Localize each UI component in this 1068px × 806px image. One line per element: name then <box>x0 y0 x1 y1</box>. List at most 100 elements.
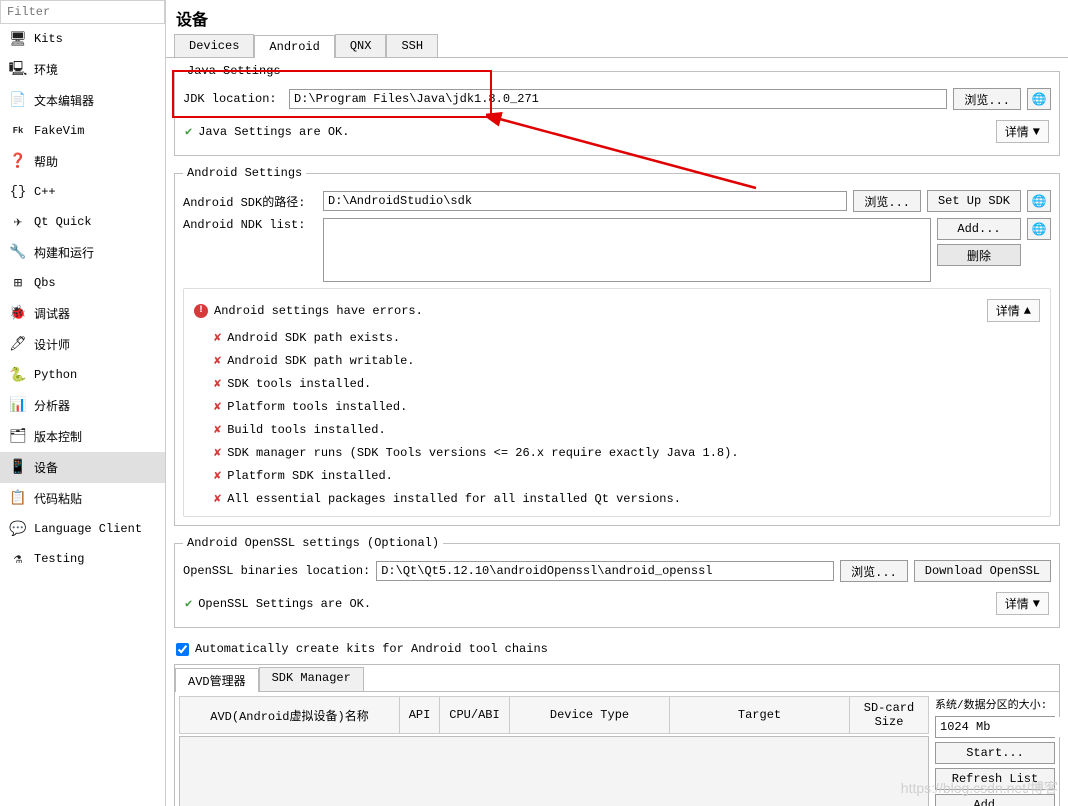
col-target[interactable]: Target <box>670 697 850 734</box>
sidebar-item-python[interactable]: 🐍 Python <box>0 360 165 390</box>
sidebar-item-text-editor[interactable]: 📄 文本编辑器 <box>0 85 165 116</box>
android-error-title: Android settings have errors. <box>214 304 423 318</box>
content-area: Java Settings JDK location: 浏览... 🌐 ✔ Ja… <box>166 64 1068 806</box>
java-ok-text: Java Settings are OK. <box>198 125 349 139</box>
devices-icon: 📱 <box>10 460 26 476</box>
document-icon: 📄 <box>10 93 26 109</box>
tab-avd-manager[interactable]: AVD管理器 <box>175 668 259 692</box>
sidebar-item-label: 文本编辑器 <box>34 92 94 109</box>
sidebar-item-qtquick[interactable]: ✈Qt Quick <box>0 207 165 237</box>
sidebar-item-label: FakeVim <box>34 124 84 138</box>
bug-icon: 🐞 <box>10 306 26 322</box>
sidebar-item-label: C++ <box>34 185 56 199</box>
sidebar-item-label: 分析器 <box>34 397 70 414</box>
flask-icon: ⚗ <box>10 551 26 567</box>
sidebar-item-label: Kits <box>34 32 63 46</box>
java-details-button[interactable]: 详情 ▼ <box>996 120 1049 143</box>
sidebar-item-codepaste[interactable]: 📋代码粘贴 <box>0 483 165 514</box>
globe-icon[interactable]: 🌐 <box>1027 88 1051 110</box>
sidebar-item-environment[interactable]: 🖳 环境 <box>0 54 165 85</box>
java-legend: Java Settings <box>183 64 285 78</box>
ndk-remove-button[interactable]: 删除 <box>937 244 1021 266</box>
wrench-icon: 🔧 <box>10 245 26 261</box>
android-settings: Android Settings Android SDK的路径: 浏览... S… <box>174 166 1060 526</box>
sidebar-item-label: Language Client <box>34 522 142 536</box>
openssl-settings: Android OpenSSL settings (Optional) Open… <box>174 536 1060 628</box>
tab-sdk-manager[interactable]: SDK Manager <box>259 667 364 691</box>
add-avd-button[interactable]: Add... <box>935 794 1055 806</box>
jdk-browse-button[interactable]: 浏览... <box>953 88 1021 110</box>
err-item: Android SDK path writable. <box>227 354 414 368</box>
sidebar-item-langclient[interactable]: 💬 Language Client <box>0 514 165 544</box>
monitor-icon: 🖳 <box>10 62 26 78</box>
sidebar-item-label: 代码粘贴 <box>34 490 82 507</box>
err-item: Build tools installed. <box>227 423 385 437</box>
sidebar-item-fakevim[interactable]: FkFakeVim <box>0 116 165 146</box>
jdk-input[interactable] <box>289 89 947 109</box>
col-cpu[interactable]: CPU/ABI <box>440 697 510 734</box>
sidebar-item-cpp[interactable]: {} C++ <box>0 177 165 207</box>
start-button[interactable]: Start... <box>935 742 1055 764</box>
sidebar-item-buildrun[interactable]: 🔧 构建和运行 <box>0 237 165 268</box>
globe-icon[interactable]: 🌐 <box>1027 218 1051 240</box>
err-item: SDK tools installed. <box>227 377 371 391</box>
nav-list: 🖥Kits 🖳 环境 📄 文本编辑器 FkFakeVim ❓帮助 {} C++ ✈Qt… <box>0 24 165 574</box>
ndk-add-button[interactable]: Add... <box>937 218 1021 240</box>
sidebar-item-testing[interactable]: ⚗Testing <box>0 544 165 574</box>
tab-ssh[interactable]: SSH <box>386 34 438 57</box>
auto-kits-checkbox[interactable] <box>176 643 189 656</box>
globe-icon[interactable]: 🌐 <box>1027 190 1051 212</box>
sidebar-item-devices[interactable]: 📱设备 <box>0 452 165 483</box>
col-api[interactable]: API <box>400 697 440 734</box>
col-avd-name[interactable]: AVD(Android虚拟设备)名称 <box>180 697 400 734</box>
braces-icon: {} <box>10 184 26 200</box>
openssl-input[interactable] <box>376 561 834 581</box>
setup-sdk-button[interactable]: Set Up SDK <box>927 190 1021 212</box>
sidebar-item-help[interactable]: ❓帮助 <box>0 146 165 177</box>
main-panel: 设备 Devices Android QNX SSH Java Settings… <box>166 0 1068 806</box>
sidebar-item-designer[interactable]: 🖊设计师 <box>0 329 165 360</box>
avd-table-body[interactable] <box>179 736 929 806</box>
check-icon: ✔ <box>185 596 192 611</box>
sidebar-item-label: Python <box>34 368 77 382</box>
ndk-listbox[interactable] <box>323 218 931 282</box>
openssl-details-button[interactable]: 详情 ▼ <box>996 592 1049 615</box>
sidebar-item-debugger[interactable]: 🐞调试器 <box>0 298 165 329</box>
android-details-button[interactable]: 详情 ▲ <box>987 299 1040 322</box>
chevron-down-icon: ▼ <box>1033 597 1040 611</box>
jdk-label: JDK location: <box>183 92 283 106</box>
x-icon: ✘ <box>214 491 221 506</box>
sidebar-item-kits[interactable]: 🖥Kits <box>0 24 165 54</box>
sidebar-item-vcs[interactable]: 🗂版本控制 <box>0 421 165 452</box>
chat-icon: 💬 <box>10 521 26 537</box>
partition-size-input[interactable] <box>936 717 1068 737</box>
openssl-label: OpenSSL binaries location: <box>183 564 370 578</box>
qbs-icon: ⊞ <box>10 275 26 291</box>
openssl-browse-button[interactable]: 浏览... <box>840 560 908 582</box>
tab-qnx[interactable]: QNX <box>335 34 387 57</box>
chevron-up-icon: ▲ <box>1024 304 1031 318</box>
x-icon: ✘ <box>214 376 221 391</box>
sidebar-item-label: 环境 <box>34 61 58 78</box>
error-icon: ! <box>194 304 208 318</box>
filter-input[interactable] <box>0 0 165 24</box>
sdk-input[interactable] <box>323 191 847 211</box>
python-icon: 🐍 <box>10 367 26 383</box>
sidebar-item-label: 帮助 <box>34 153 58 170</box>
sidebar-item-qbs[interactable]: ⊞Qbs <box>0 268 165 298</box>
col-sd[interactable]: SD-card Size <box>850 697 929 734</box>
err-item: SDK manager runs (SDK Tools versions <= … <box>227 446 738 460</box>
tab-devices[interactable]: Devices <box>174 34 254 57</box>
refresh-button[interactable]: Refresh List <box>935 768 1055 790</box>
sdk-browse-button[interactable]: 浏览... <box>853 190 921 212</box>
openssl-legend: Android OpenSSL settings (Optional) <box>183 536 443 550</box>
manager-tabs: AVD管理器 SDK Manager <box>175 667 1059 692</box>
col-devtype[interactable]: Device Type <box>510 697 670 734</box>
x-icon: ✘ <box>214 353 221 368</box>
auto-kits-label: Automatically create kits for Android to… <box>195 642 548 656</box>
sidebar-item-analyzer[interactable]: 📊分析器 <box>0 390 165 421</box>
partition-size-spinner[interactable]: ▲▼ <box>935 716 1055 738</box>
sidebar-item-label: 构建和运行 <box>34 244 94 261</box>
download-openssl-button[interactable]: Download OpenSSL <box>914 560 1051 582</box>
tab-android[interactable]: Android <box>254 35 334 58</box>
